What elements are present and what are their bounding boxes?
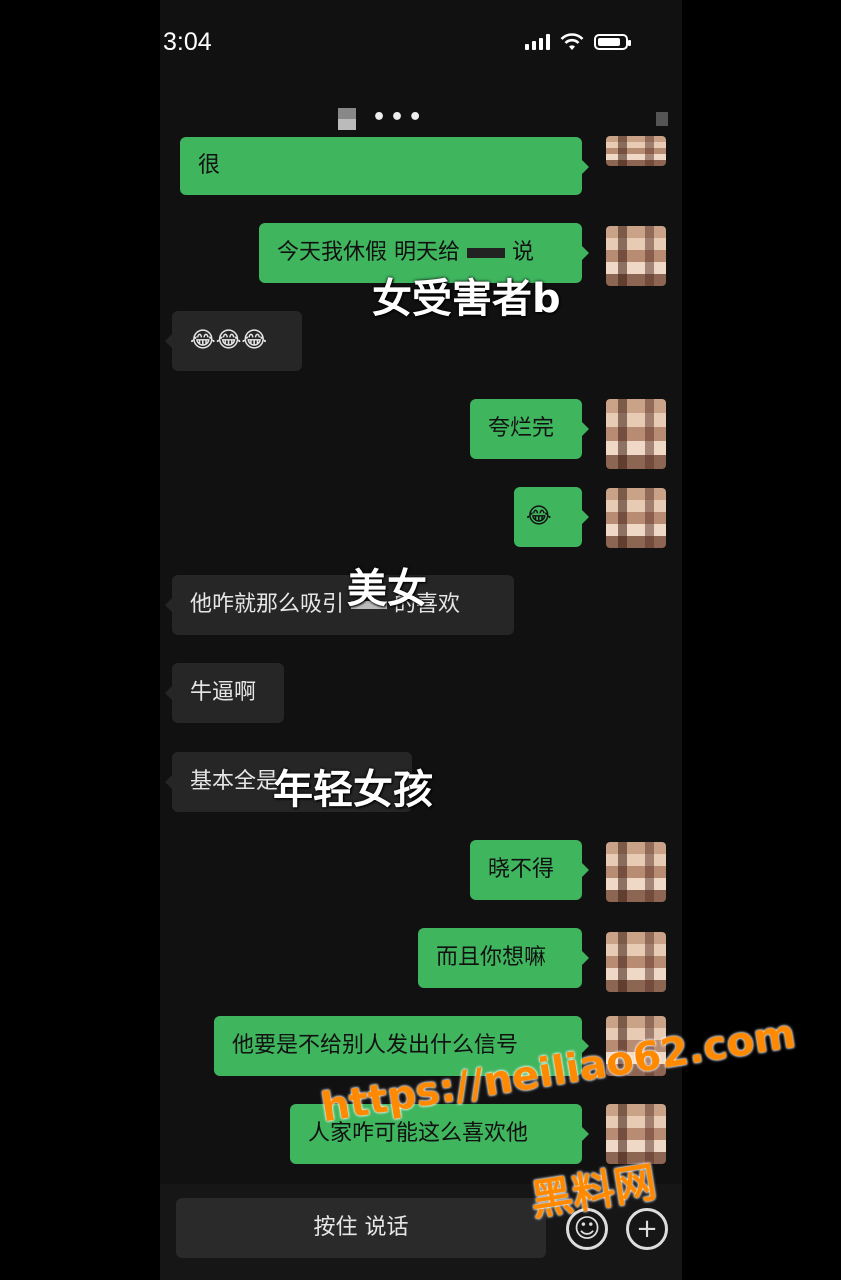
message-bubble-other[interactable]: 😂😂😂 [165,311,302,371]
message-text: 😂😂😂 [190,328,268,353]
chat-title[interactable]: ••• [372,105,426,130]
avatar[interactable] [606,399,666,469]
message-text: 很 [198,153,221,178]
battery-icon [594,34,631,50]
redacted-name [467,248,505,258]
status-time: 3:04 [163,28,212,56]
overlay-caption: 年轻女孩 [273,767,433,813]
plus-icon[interactable]: + [626,1208,668,1250]
message-text: 晓不得 [488,857,555,882]
message-bubble-me[interactable]: 😂 [514,487,589,547]
hold-to-talk-button[interactable]: 按住 说话 [176,1198,546,1258]
message-bubble-me[interactable]: 很 [180,137,589,195]
overlay-caption: 美女 [347,566,427,612]
message-text: 😂 [526,504,552,529]
avatar[interactable] [606,932,666,992]
status-icons [525,33,631,51]
message-text: 今天我休假 明天给 [277,240,460,265]
message-text-tail: 说 [512,240,535,265]
message-text: 而且你想嘛 [436,945,547,970]
avatar[interactable] [606,136,666,166]
message-bubble-other[interactable]: 牛逼啊 [165,663,284,723]
avatar[interactable] [606,488,666,548]
message-text: 牛逼啊 [190,680,257,705]
avatar[interactable] [606,226,666,286]
message-text: 夸烂完 [488,416,555,441]
avatar[interactable] [606,842,666,902]
message-text: 基本全是 [190,769,279,794]
more-icon[interactable] [656,112,668,126]
message-text: 他咋就那么吸引 [190,592,345,617]
message-bubble-other[interactable]: 他咋就那么吸引 的喜欢 [165,575,514,635]
overlay-caption: 女受害者b [372,276,561,322]
wifi-icon [560,33,584,50]
message-bubble-me[interactable]: 晓不得 [470,840,589,900]
masked-title-block [338,108,356,130]
signal-icon [525,34,550,50]
message-text: 他要是不给别人发出什么信号 [232,1033,519,1058]
message-bubble-me[interactable]: 夸烂完 [470,399,589,459]
message-bubble-me[interactable]: 而且你想嘛 [418,928,589,988]
